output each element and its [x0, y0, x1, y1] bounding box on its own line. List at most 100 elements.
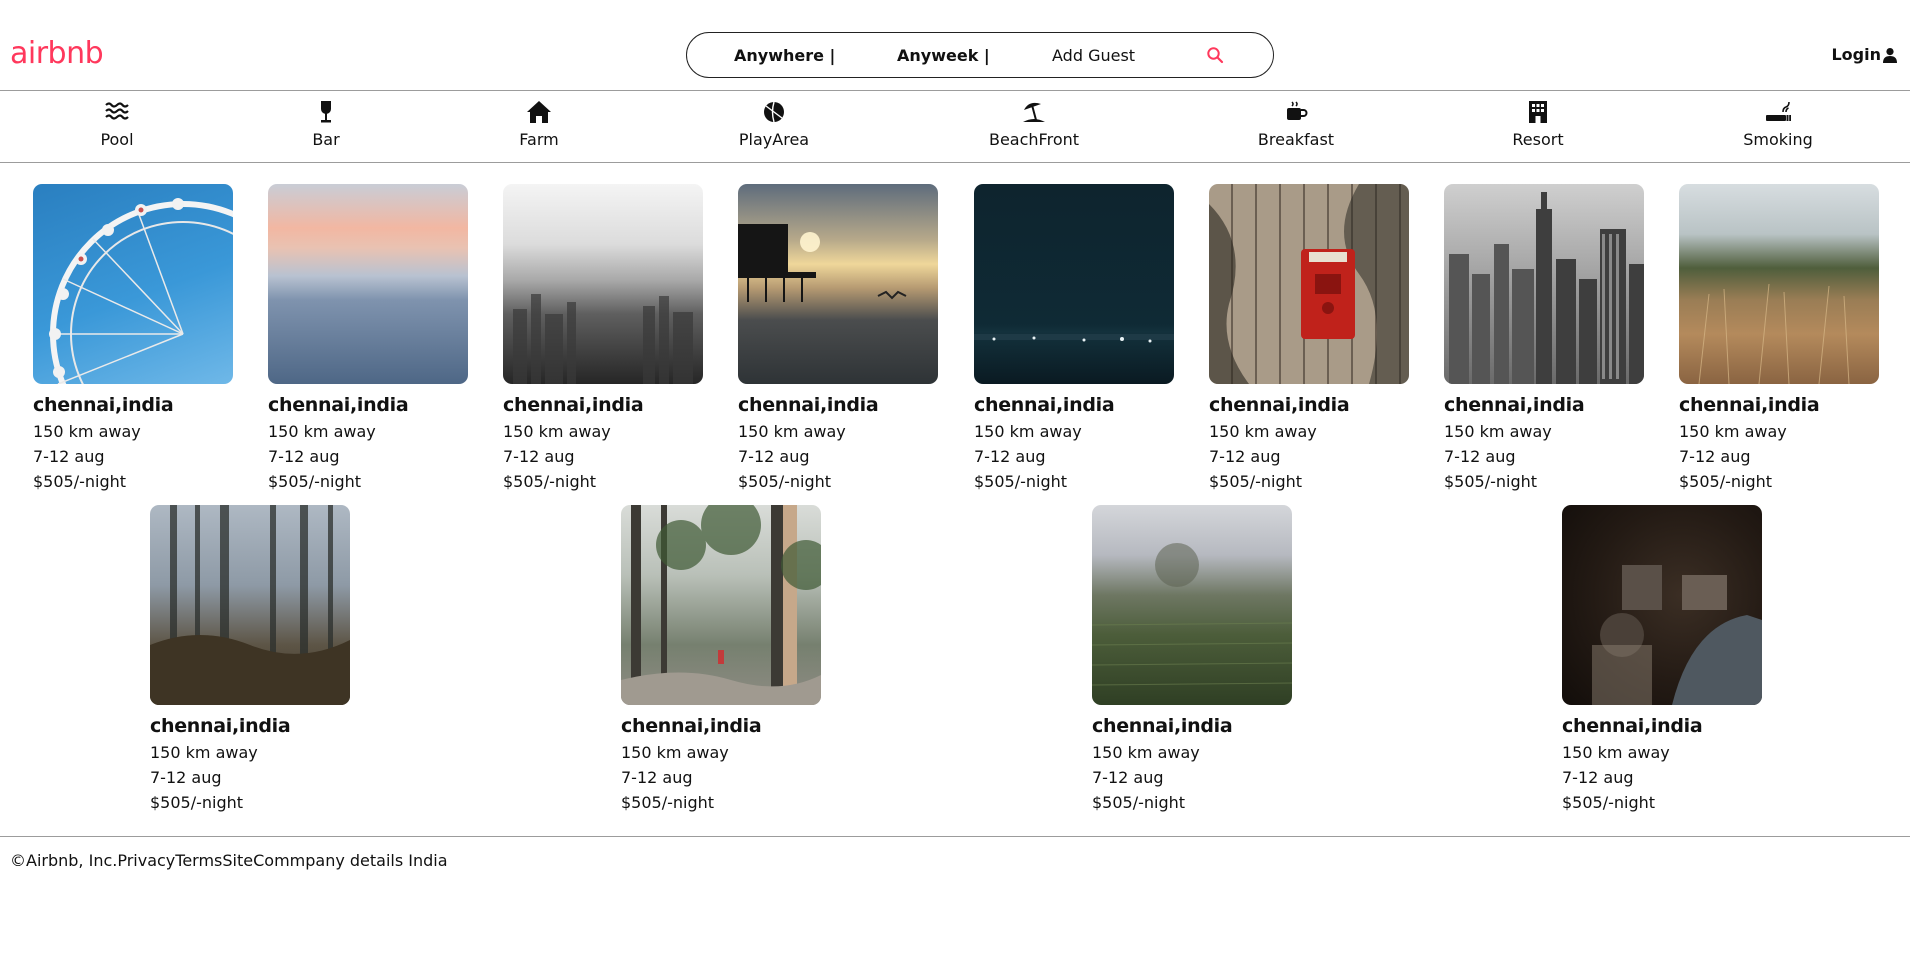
listing-card[interactable]: chennai,india 150 km away 7-12 aug $505/…	[1092, 505, 1292, 812]
listing-dates: 7-12 aug	[621, 768, 693, 787]
listing-photo[interactable]	[503, 184, 703, 384]
listing-card[interactable]: chennai,india 150 km away 7-12 aug $505/…	[1209, 184, 1409, 491]
listing-distance: 150 km away	[621, 743, 729, 762]
listing-distance: 150 km away	[503, 422, 611, 441]
listing-card[interactable]: chennai,india 150 km away 7-12 aug $505/…	[1562, 505, 1762, 812]
footer-divider	[0, 836, 1910, 837]
dry-grass-photo	[1698, 283, 1850, 384]
listing-price: $505/-night	[1444, 472, 1538, 491]
listing-card[interactable]: chennai,india 150 km away 7-12 aug $505/…	[738, 184, 938, 491]
listing-dates: 7-12 aug	[738, 447, 810, 466]
listing-title: chennai,india	[1562, 715, 1703, 737]
listing-distance: 150 km away	[1562, 743, 1670, 762]
login-button[interactable]: Login	[1831, 45, 1898, 64]
category-label: PlayArea	[738, 130, 810, 149]
search-icon[interactable]	[1206, 46, 1224, 64]
listing-title: chennai,india	[1444, 394, 1585, 416]
listing-photo[interactable]	[1092, 505, 1292, 705]
listing-dates: 7-12 aug	[974, 447, 1046, 466]
airbnb-logo[interactable]: airbnb	[10, 36, 104, 71]
listing-dates: 7-12 aug	[503, 447, 575, 466]
pier-photo	[738, 224, 907, 302]
listing-title: chennai,india	[1679, 394, 1820, 416]
listing-card[interactable]: chennai,india 150 km away 7-12 aug $505/…	[503, 184, 703, 491]
category-resort[interactable]: Resort	[1468, 100, 1608, 149]
listing-photo[interactable]	[1562, 505, 1762, 705]
listing-dates: 7-12 aug	[1444, 447, 1516, 466]
listing-photo[interactable]	[738, 184, 938, 384]
fire-alarm-photo	[1209, 184, 1409, 384]
listing-distance: 150 km away	[738, 422, 846, 441]
listing-price: $505/-night	[738, 472, 832, 491]
listing-card[interactable]: chennai,india 150 km away 7-12 aug $505/…	[974, 184, 1174, 491]
category-label: BeachFront	[988, 130, 1080, 149]
forest-walker-photo	[621, 505, 821, 705]
ball-icon	[764, 101, 784, 123]
listing-distance: 150 km away	[1209, 422, 1317, 441]
header-divider	[0, 90, 1910, 91]
listing-photo[interactable]	[33, 184, 233, 384]
listing-card[interactable]: chennai,india 150 km away 7-12 aug $505/…	[1444, 184, 1644, 491]
listing-price: $505/-night	[268, 472, 362, 491]
listing-price: $505/-night	[33, 472, 127, 491]
listing-photo[interactable]	[150, 505, 350, 705]
search-when[interactable]: Anyweek |	[897, 46, 990, 65]
umbrella-beach-icon	[1023, 102, 1045, 122]
footer-text: ©Airbnb, Inc.PrivacyTermsSiteCommpany de…	[10, 851, 448, 870]
search-where[interactable]: Anywhere |	[734, 46, 835, 65]
listing-photo[interactable]	[1209, 184, 1409, 384]
listing-card[interactable]: chennai,india 150 km away 7-12 aug $505/…	[1679, 184, 1879, 491]
listing-distance: 150 km away	[150, 743, 258, 762]
listing-photo[interactable]	[1444, 184, 1644, 384]
listing-distance: 150 km away	[33, 422, 141, 441]
listing-dates: 7-12 aug	[150, 768, 222, 787]
listing-title: chennai,india	[503, 394, 644, 416]
listing-card[interactable]: chennai,india 150 km away 7-12 aug $505/…	[150, 505, 350, 812]
listing-distance: 150 km away	[268, 422, 376, 441]
category-label: Smoking	[1743, 130, 1813, 149]
listing-card[interactable]: chennai,india 150 km away 7-12 aug $505/…	[33, 184, 233, 491]
listing-title: chennai,india	[621, 715, 762, 737]
listing-price: $505/-night	[1562, 793, 1656, 812]
listing-card[interactable]: chennai,india 150 km away 7-12 aug $505/…	[268, 184, 468, 491]
listing-title: chennai,india	[150, 715, 291, 737]
category-smoking[interactable]: Smoking	[1708, 100, 1848, 149]
category-farm[interactable]: Farm	[469, 100, 609, 149]
listing-dates: 7-12 aug	[1092, 768, 1164, 787]
ferris-wheel-photo	[49, 198, 233, 384]
category-bar-item[interactable]: Bar	[256, 100, 396, 149]
listing-distance: 150 km away	[1679, 422, 1787, 441]
night-shore-photo	[974, 334, 1174, 343]
listing-distance: 150 km away	[1444, 422, 1552, 441]
listing-price: $505/-night	[1209, 472, 1303, 491]
user-icon	[1883, 47, 1897, 63]
skyline-bw-photo	[1449, 192, 1644, 384]
listing-photo[interactable]	[268, 184, 468, 384]
category-pool[interactable]: Pool	[47, 100, 187, 149]
old-machine-photo	[1592, 565, 1762, 705]
category-divider	[0, 162, 1910, 163]
listing-card[interactable]: chennai,india 150 km away 7-12 aug $505/…	[621, 505, 821, 812]
search-bar[interactable]: Anywhere | Anyweek | Add Guest	[686, 32, 1274, 78]
category-label: Breakfast	[1257, 130, 1335, 149]
listing-title: chennai,india	[1209, 394, 1350, 416]
listing-title: chennai,india	[33, 394, 174, 416]
wine-glass-icon	[321, 101, 331, 123]
category-label: Resort	[1512, 130, 1564, 149]
listing-title: chennai,india	[974, 394, 1115, 416]
listing-price: $505/-night	[1092, 793, 1186, 812]
mug-icon	[1287, 101, 1308, 120]
category-breakfast[interactable]: Breakfast	[1226, 100, 1366, 149]
listing-price: $505/-night	[503, 472, 597, 491]
category-playarea[interactable]: PlayArea	[704, 100, 844, 149]
listing-dates: 7-12 aug	[33, 447, 105, 466]
category-label: Farm	[519, 130, 559, 149]
listing-photo[interactable]	[621, 505, 821, 705]
category-beachfront[interactable]: BeachFront	[964, 100, 1104, 149]
foggy-field-photo	[1092, 543, 1292, 686]
listing-photo[interactable]	[1679, 184, 1879, 384]
search-guests[interactable]: Add Guest	[1052, 46, 1135, 65]
category-label: Bar	[312, 130, 340, 149]
house-icon	[527, 101, 551, 123]
listing-photo[interactable]	[974, 184, 1174, 384]
